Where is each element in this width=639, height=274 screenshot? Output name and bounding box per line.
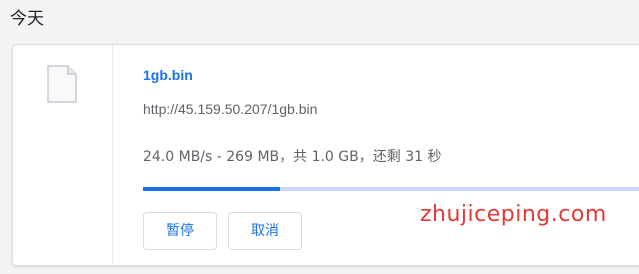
download-status: 24.0 MB/s - 269 MB，共 1.0 GB，还剩 31 秒 — [143, 149, 442, 165]
pause-button[interactable]: 暂停 — [143, 212, 217, 250]
download-progress-fill — [143, 187, 280, 191]
date-heading: 今天 — [10, 9, 44, 29]
download-item-card: 1gb.bin http://45.159.50.207/1gb.bin 24.… — [12, 44, 639, 266]
downloads-page: 今天 1gb.bin http://45.159.50.207/1gb.bin … — [0, 0, 639, 274]
file-name-link[interactable]: 1gb.bin — [143, 67, 193, 83]
download-progress-bar — [143, 187, 639, 191]
file-url-link[interactable]: http://45.159.50.207/1gb.bin — [143, 101, 317, 117]
watermark-text: zhujiceping.com — [420, 202, 607, 227]
file-icon — [47, 65, 77, 103]
file-icon-column — [13, 45, 113, 265]
cancel-button[interactable]: 取消 — [228, 212, 302, 250]
